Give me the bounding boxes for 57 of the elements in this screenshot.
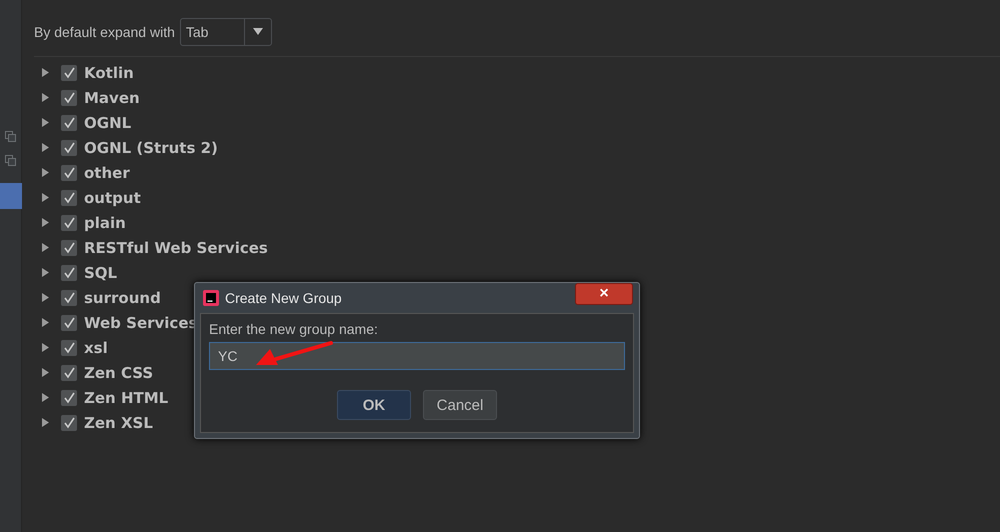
dialog-button[interactable]: OK xyxy=(337,390,411,420)
group-label: surround xyxy=(84,288,161,306)
expand-arrow-icon[interactable] xyxy=(41,343,50,352)
expand-arrow-icon[interactable] xyxy=(41,218,50,227)
expand-arrow-icon[interactable] xyxy=(41,418,50,427)
copy-icon[interactable] xyxy=(5,155,16,166)
expand-arrow-icon[interactable] xyxy=(41,118,50,127)
expand-label: By default expand with xyxy=(34,24,175,40)
checkbox[interactable] xyxy=(61,164,77,180)
checkbox[interactable] xyxy=(61,314,77,330)
expand-arrow-icon[interactable] xyxy=(41,318,50,327)
dialog-button[interactable]: Cancel xyxy=(423,390,497,420)
prompt-label: Enter the new group name: xyxy=(209,321,379,337)
group-label: other xyxy=(84,164,130,182)
checkbox[interactable] xyxy=(61,264,77,280)
copy-icon[interactable] xyxy=(5,131,16,142)
expand-arrow-icon[interactable] xyxy=(41,193,50,202)
checkbox[interactable] xyxy=(61,240,77,256)
checkbox[interactable] xyxy=(61,214,77,230)
group-label: Zen CSS xyxy=(84,364,154,382)
caret-icon xyxy=(252,28,263,36)
expand-arrow-icon[interactable] xyxy=(41,143,50,152)
group-label: RESTful Web Services xyxy=(84,238,268,256)
dialog-title: Create New Group xyxy=(225,290,342,306)
checkbox[interactable] xyxy=(61,140,77,156)
expand-arrow-icon[interactable] xyxy=(41,93,50,102)
group-label: OGNL (Struts 2) xyxy=(84,138,218,156)
group-label: Maven xyxy=(84,88,140,106)
checkbox[interactable] xyxy=(61,340,77,356)
expand-arrow-icon[interactable] xyxy=(41,293,50,302)
expand-arrow-icon[interactable] xyxy=(41,68,50,77)
expand-arrow-icon[interactable] xyxy=(41,393,50,402)
checkbox[interactable] xyxy=(61,390,77,406)
group-label: Kotlin xyxy=(84,64,134,82)
checkbox[interactable] xyxy=(61,90,77,106)
group-label: Zen XSL xyxy=(84,414,153,432)
expand-arrow-icon[interactable] xyxy=(41,368,50,377)
group-label: Web Services xyxy=(84,314,198,332)
expand-arrow-icon[interactable] xyxy=(41,268,50,277)
app-logo-icon xyxy=(203,290,219,306)
group-label: OGNL xyxy=(84,114,132,132)
group-name-field[interactable]: YC xyxy=(209,342,625,370)
checkbox[interactable] xyxy=(61,64,77,80)
checkbox[interactable] xyxy=(61,414,77,430)
group-label: output xyxy=(84,188,141,206)
expand-arrow-icon[interactable] xyxy=(41,168,50,177)
group-label: SQL xyxy=(84,264,118,282)
group-label: xsl xyxy=(84,338,108,356)
close-button[interactable]: × xyxy=(575,283,633,305)
expand-arrow-icon[interactable] xyxy=(41,243,50,252)
checkbox[interactable] xyxy=(61,190,77,206)
checkbox[interactable] xyxy=(61,290,77,306)
checkbox[interactable] xyxy=(61,114,77,130)
checkbox[interactable] xyxy=(61,364,77,380)
expand-dropdown[interactable]: Tab xyxy=(180,18,272,46)
group-label: Zen HTML xyxy=(84,388,168,406)
group-label: plain xyxy=(84,214,126,232)
